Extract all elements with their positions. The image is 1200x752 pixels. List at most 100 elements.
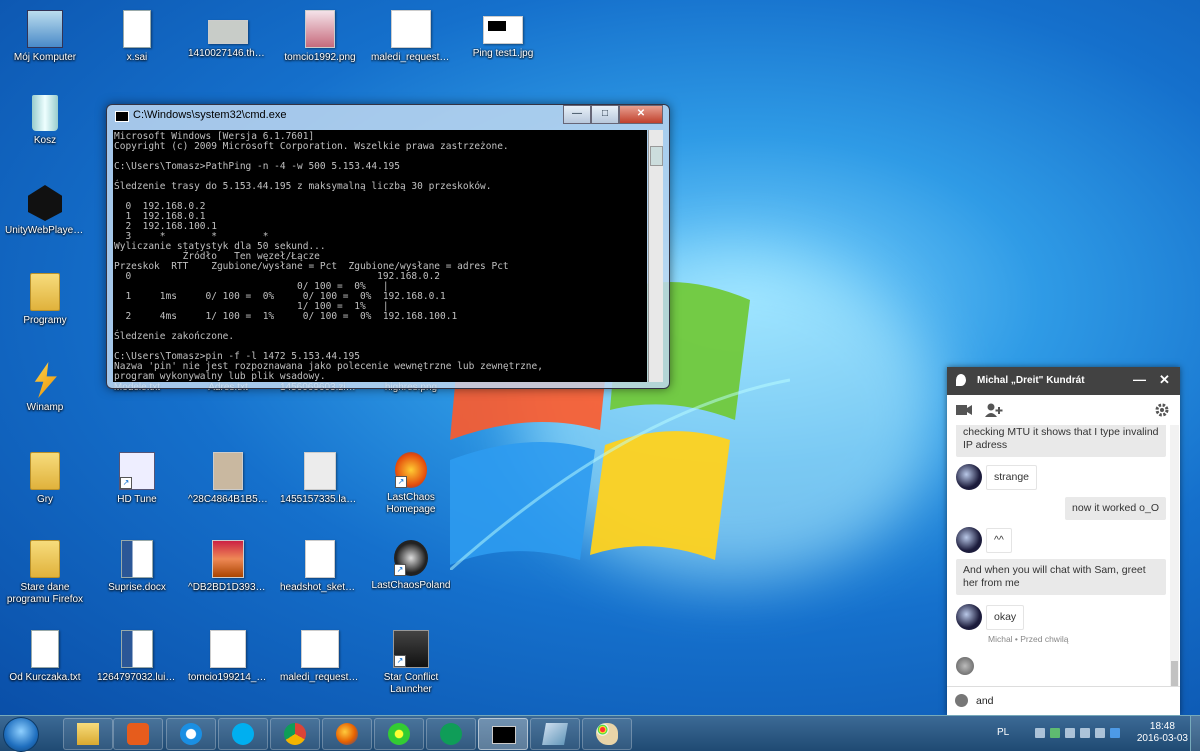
chat-minimize-button[interactable]: —	[1133, 372, 1146, 387]
folder-gry[interactable]: Gry	[5, 452, 85, 506]
taskbar-explorer[interactable]	[63, 718, 113, 750]
tray-icon[interactable]	[1065, 728, 1075, 738]
scrollbar-thumb[interactable]	[650, 146, 663, 166]
cmd-scrollbar[interactable]	[648, 130, 663, 382]
contact-avatar	[956, 527, 982, 553]
cmd-app-icon	[115, 111, 129, 122]
file-maledi-request1[interactable]: maledi_request1.jpg	[280, 630, 360, 684]
lastchaospoland-icon[interactable]: ↗ LastChaosPoland	[371, 540, 451, 592]
scrollbar-thumb[interactable]	[1171, 661, 1178, 687]
hangouts-chat-window[interactable]: Michal „Dreit" Kundrát — ✕ checking MTU …	[947, 367, 1180, 715]
file-28c486-image[interactable]: ^28C4864B1B524...	[188, 452, 268, 506]
language-indicator[interactable]: PL	[997, 727, 1009, 738]
file-od-kurczaka-txt[interactable]: Od Kurczaka.txt	[5, 630, 85, 684]
cmd-console[interactable]: Microsoft Windows [Wersja 6.1.7601] Copy…	[113, 130, 647, 382]
tray-icon[interactable]	[1035, 728, 1045, 738]
chat-message-in: strange	[986, 465, 1038, 490]
file-luircin-doc[interactable]: 1264797032.luircin...	[97, 630, 177, 684]
taskbar: PL 18:48 2016-03-03	[0, 715, 1200, 752]
star-conflict-launcher-icon[interactable]: ↗ Star Conflict Launcher	[371, 630, 451, 696]
file-suprise-docx[interactable]: Suprise.docx	[97, 540, 177, 594]
taskbar-internet-explorer[interactable]	[166, 718, 216, 750]
taskbar-chrome[interactable]	[270, 718, 320, 750]
icon-label: 1264797032.luircin...	[97, 672, 177, 683]
file-headshot-sketch[interactable]: headshot_sketch_...	[280, 540, 360, 594]
tray-icon[interactable]	[1110, 728, 1120, 738]
clock[interactable]: 18:48 2016-03-03	[1137, 721, 1188, 745]
file-tomcio199214-sketch[interactable]: tomcio199214_ske...	[188, 630, 268, 684]
desktop: Mój Komputer x.sai 1410027146.thorai... …	[0, 0, 1200, 715]
show-desktop-button[interactable]	[1190, 716, 1200, 751]
icon-label: LastChaos Homepage	[386, 492, 436, 515]
file-ping-test1[interactable]: Ping test1.jpg	[463, 10, 543, 60]
icon-label: tomcio199214_ske...	[188, 672, 268, 683]
icon-label: Mój Komputer	[13, 52, 77, 63]
folder-programy[interactable]: Programy	[5, 273, 85, 327]
folder-stare-dane-firefox[interactable]: Stare dane programu Firefox	[5, 540, 85, 606]
icon-label: x.sai	[126, 52, 148, 63]
add-person-icon[interactable]	[985, 403, 1003, 417]
icon-label: ^28C4864B1B524...	[188, 494, 268, 505]
chat-input[interactable]: and	[976, 695, 994, 707]
icon-label: maledi_request2.jpg	[371, 52, 451, 63]
icon-label: 1410027146.thorai...	[188, 48, 268, 59]
icon-label: Star Conflict Launcher	[383, 672, 439, 695]
file-thorai-image[interactable]: 1410027146.thorai...	[188, 10, 268, 60]
network-icon[interactable]	[1080, 728, 1090, 738]
chat-input-row[interactable]: and	[947, 686, 1180, 715]
recycle-bin-icon[interactable]: Kosz	[5, 95, 85, 147]
cmd-title: C:\Windows\system32\cmd.exe	[133, 109, 287, 121]
my-computer-icon[interactable]: Mój Komputer	[5, 10, 85, 64]
file-db2bd1-image[interactable]: ^DB2BD1D393GB...	[188, 540, 268, 594]
icon-label: Gry	[36, 494, 54, 505]
clock-date: 2016-03-03	[1136, 733, 1188, 744]
file-x-sai[interactable]: x.sai	[97, 10, 177, 64]
winamp-icon[interactable]: Winamp	[5, 362, 85, 414]
icon-label: maledi_request1.jpg	[280, 672, 360, 683]
icon-label: Od Kurczaka.txt	[9, 672, 81, 683]
chat-toolbar	[947, 395, 1180, 426]
cmd-titlebar[interactable]: C:\Windows\system32\cmd.exe — □ ✕	[107, 105, 669, 127]
chat-scrollbar[interactable]	[1170, 425, 1179, 687]
chat-close-button[interactable]: ✕	[1159, 372, 1170, 388]
file-ladydi-image[interactable]: 1455157335.ladydi...	[280, 452, 360, 506]
hd-tune-icon[interactable]: ↗ HD Tune	[97, 452, 177, 506]
taskbar-window-app[interactable]	[530, 718, 580, 750]
icon-label: UnityWebPlayer.exe	[5, 225, 85, 236]
settings-gear-icon[interactable]	[1155, 403, 1169, 417]
firefox-icon	[336, 723, 358, 745]
file-maledi-request2[interactable]: maledi_request2.jpg	[371, 10, 451, 64]
taskbar-icq[interactable]	[374, 718, 424, 750]
chat-header[interactable]: Michal „Dreit" Kundrát — ✕	[947, 367, 1180, 395]
volume-icon[interactable]	[1095, 728, 1105, 738]
minimize-button[interactable]: —	[563, 105, 591, 124]
close-button[interactable]: ✕	[619, 105, 663, 124]
taskbar-hangouts[interactable]	[426, 718, 476, 750]
window-app-icon	[542, 723, 568, 745]
video-call-icon[interactable]	[956, 405, 972, 415]
chat-messages[interactable]: checking MTU it shows that I type invali…	[947, 425, 1180, 687]
taskbar-media-player[interactable]	[113, 718, 163, 750]
cmd-window[interactable]: C:\Windows\system32\cmd.exe — □ ✕ Micros…	[106, 104, 670, 389]
start-button[interactable]	[3, 717, 39, 752]
icon-label: ^DB2BD1D393GB...	[188, 582, 268, 593]
taskbar-cmd[interactable]	[478, 718, 528, 750]
chat-message-out: now it worked o_O	[1065, 497, 1166, 520]
taskbar-paint[interactable]	[582, 718, 632, 750]
taskbar-firefox[interactable]	[322, 718, 372, 750]
emoji-icon[interactable]	[955, 694, 968, 707]
maximize-button[interactable]: □	[591, 105, 619, 124]
icon-label: tomcio1992.png	[284, 52, 356, 63]
contact-avatar	[956, 604, 982, 630]
icon-label: LastChaosPoland	[371, 580, 451, 591]
icon-label: Programy	[23, 315, 67, 326]
lastchaos-homepage-icon[interactable]: ↗ LastChaos Homepage	[371, 452, 451, 516]
contact-avatar	[956, 464, 982, 490]
unity-web-player-icon[interactable]: UnityWebPlayer.exe	[5, 185, 85, 237]
taskbar-skype[interactable]	[218, 718, 268, 750]
cmd-output: Microsoft Windows [Wersja 6.1.7601] Copy…	[114, 131, 543, 382]
cmd-icon	[492, 726, 516, 744]
tray-icon[interactable]	[1050, 728, 1060, 738]
folder-icon	[77, 723, 99, 745]
file-tomcio1992[interactable]: tomcio1992.png	[280, 10, 360, 64]
